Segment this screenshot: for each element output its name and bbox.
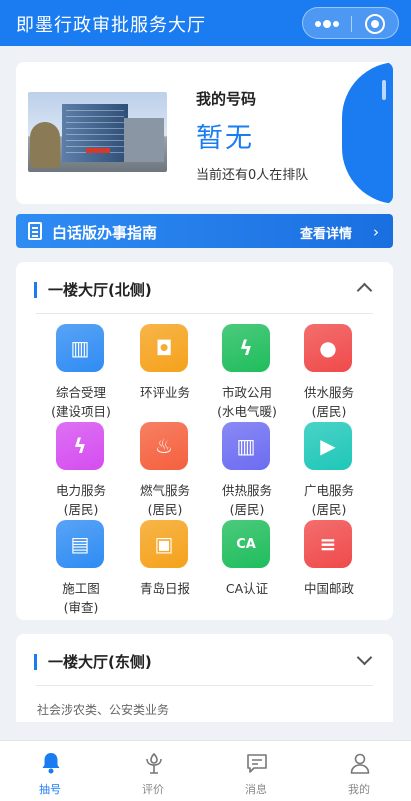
capsule-divider — [351, 16, 352, 32]
tab-label: 我的 — [348, 783, 370, 796]
hall-subtitle-east: 社会涉农类、公安类业务 — [37, 703, 170, 717]
service-label: 供水服务 (居民) — [303, 385, 354, 419]
service-guide-banner[interactable]: 白话版办事指南 查看详情 › — [16, 214, 393, 248]
mini-program-capsule — [302, 7, 399, 39]
flower-icon — [146, 752, 162, 774]
my-number-value: 暂无 — [196, 123, 254, 154]
post-office-icon: ≡ — [304, 520, 352, 568]
tab-label: 评价 — [142, 783, 164, 796]
title-bar: 即墨行政审批服务大厅 — [0, 0, 411, 46]
section-accent-bar — [34, 282, 37, 298]
ca-badge-icon: CA — [222, 520, 270, 568]
tv-icon: ▶ — [304, 422, 352, 470]
service-label: 广电服务 (居民) — [303, 483, 354, 517]
section-divider — [36, 313, 373, 314]
my-number-label: 我的号码 — [196, 90, 257, 108]
building-icon: ▥ — [56, 324, 104, 372]
radiator-icon: ▥ — [222, 422, 270, 470]
document-icon — [28, 222, 42, 240]
hall-building-photo — [28, 92, 167, 172]
chevron-up-icon[interactable] — [356, 280, 370, 294]
service-label: 中国邮政 — [303, 581, 354, 596]
more-options-icon[interactable] — [315, 18, 339, 30]
hall-title-east[interactable]: 一楼大厅(东侧) — [48, 651, 152, 672]
service-guide-title: 白话版办事指南 — [52, 224, 158, 242]
close-mini-program-icon[interactable] — [365, 14, 385, 34]
lightning-icon: ϟ — [56, 422, 104, 470]
tab-label: 抽号 — [39, 783, 61, 796]
tab-profile[interactable]: 我的 — [309, 741, 409, 801]
tab-evaluate[interactable]: 评价 — [103, 741, 203, 801]
tab-messages[interactable]: 消息 — [206, 741, 306, 801]
queue-status-text: 当前还有0人在排队 — [196, 168, 309, 183]
section-accent-bar — [34, 654, 37, 670]
utility-icon: ϟ — [222, 324, 270, 372]
chevron-down-icon[interactable] — [356, 652, 370, 666]
chevron-right-icon: › — [373, 223, 379, 241]
clipboard-icon: ▤ — [56, 520, 104, 568]
tab-label: 消息 — [245, 783, 267, 796]
water-drop-icon: ● — [304, 324, 352, 372]
hall-section-east: 一楼大厅(东侧) 社会涉农类、公安类业务 — [16, 634, 393, 722]
user-icon — [350, 753, 370, 774]
tab-take-number[interactable]: 抽号 — [0, 741, 100, 801]
side-panel-handle — [382, 80, 386, 100]
service-label: 燃气服务 (居民) — [139, 483, 190, 517]
app-title: 即墨行政审批服务大厅 — [16, 15, 206, 36]
hall-title-north[interactable]: 一楼大厅(北侧) — [48, 279, 152, 300]
service-label: 电力服务 (居民) — [55, 483, 106, 517]
view-details-link[interactable]: 查看详情 — [300, 223, 352, 242]
section-divider — [36, 685, 373, 686]
flame-icon: ♨ — [140, 422, 188, 470]
service-label: 施工图 (审查) — [62, 581, 100, 615]
service-label: 综合受理 (建设项目) — [51, 385, 111, 419]
newspaper-icon: ▣ — [140, 520, 188, 568]
hall-section-north: 一楼大厅(北侧) ▥ 综合受理 (建设项目) ◘ 环评业务 ϟ 市政公用 (水电气暖) ● 供水服… — [16, 262, 393, 620]
service-label: 市政公用 (水电气暖) — [217, 385, 277, 419]
service-label: CA认证 — [225, 581, 269, 596]
bell-icon — [42, 753, 60, 774]
message-icon — [247, 754, 267, 773]
queue-number-card: 我的号码 暂无 当前还有0人在排队 — [16, 62, 393, 204]
bottom-tab-bar: 抽号 评价 消息 我的 — [0, 740, 411, 801]
service-label: 青岛日报 — [139, 581, 190, 596]
certificate-icon: ◘ — [140, 324, 188, 372]
service-label: 供热服务 (居民) — [221, 483, 272, 517]
service-label: 环评业务 — [139, 385, 190, 400]
